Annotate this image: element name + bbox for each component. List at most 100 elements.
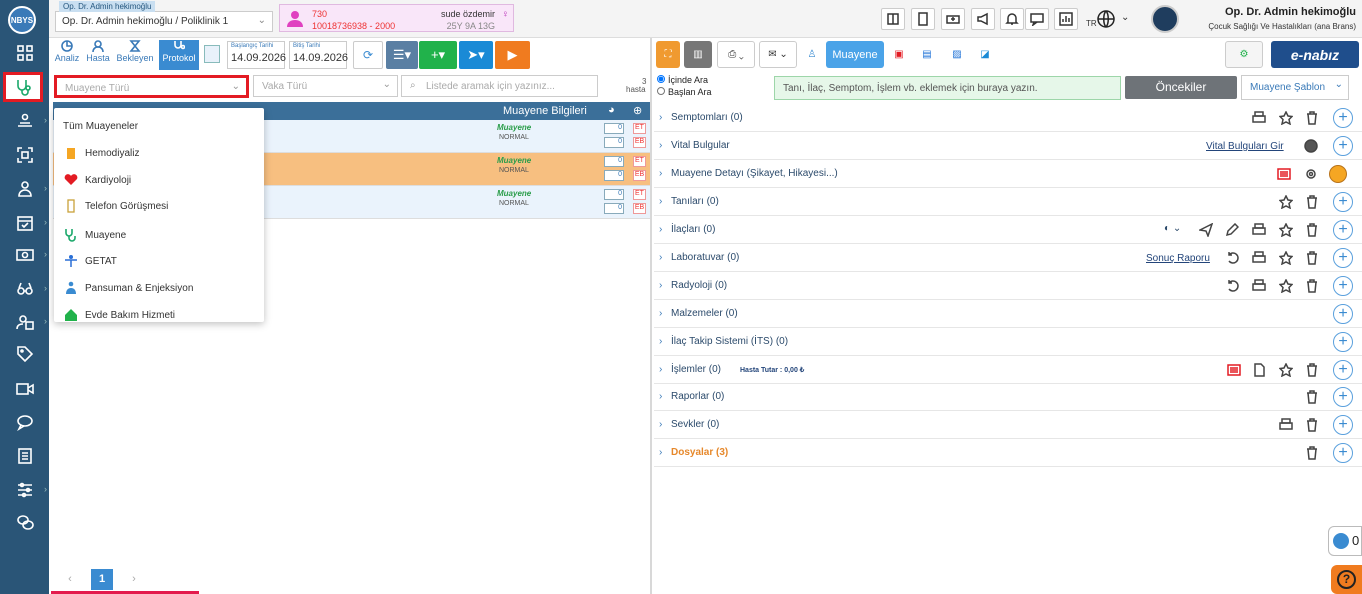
add-button[interactable]: + <box>1333 443 1353 463</box>
document-icon[interactable] <box>1252 363 1266 377</box>
support-chat-icon[interactable] <box>0 507 49 537</box>
print-menu-button[interactable]: ⎙ ⌄ <box>717 41 755 68</box>
vaka-turu-select[interactable]: Vaka Türü ⌄ <box>253 75 398 97</box>
ambulance-icon[interactable] <box>941 8 965 30</box>
glasses-icon[interactable]: › <box>0 274 49 304</box>
section-malzemeler[interactable]: › Malzemeler (0) + <box>654 300 1362 328</box>
vital-entry-link[interactable]: Vital Bulguları Gir <box>1206 141 1284 152</box>
list-search-input[interactable]: ⌕ Listede aramak için yazınız... <box>401 75 598 97</box>
calendar-check-icon[interactable]: › <box>0 208 49 238</box>
add-item-search-input[interactable]: Tanı, İlaç, Semptom, İşlem vb. eklemek i… <box>774 76 1121 100</box>
undo-icon[interactable] <box>1226 279 1240 293</box>
section-radyoloji[interactable]: › Radyoloji (0) + <box>654 272 1362 300</box>
section-semptomlar[interactable]: › Semptomları (0) + <box>654 104 1362 132</box>
section-vital[interactable]: › Vital Bulgular Vital Bulguları Gir + <box>654 132 1362 160</box>
printer-icon[interactable] <box>1252 111 1266 125</box>
oncekiler-button[interactable]: Öncekiler <box>1125 76 1237 99</box>
section-muayene-detay[interactable]: › Muayene Detayı (Şikayet, Hikayesi...) <box>654 160 1362 188</box>
badge-count[interactable]: 0 <box>604 156 624 167</box>
gear-icon[interactable] <box>1304 167 1318 181</box>
sliders-icon[interactable]: › <box>0 475 49 505</box>
radio-in-search[interactable]: İçinde Ara <box>657 75 708 85</box>
option-getat[interactable]: GETAT <box>54 249 264 275</box>
person-icon[interactable]: ♙ <box>802 41 822 68</box>
video-icon[interactable] <box>0 374 49 404</box>
printer-icon[interactable] <box>1252 251 1266 265</box>
add-button[interactable]: + <box>1333 248 1353 268</box>
tab-protokol[interactable]: Protokol <box>159 40 199 70</box>
badge-eb[interactable]: EB <box>633 170 646 181</box>
option-pansuman[interactable]: Pansuman & Enjeksiyon <box>54 276 264 302</box>
doctor-clinic-select[interactable]: Op. Dr. Admin hekimoğlu Op. Dr. Admin he… <box>55 1 273 32</box>
page-button[interactable]: 1 <box>91 569 113 590</box>
badge-count[interactable]: 0 <box>604 123 624 134</box>
add-button[interactable]: + <box>1333 304 1353 324</box>
tag-icon[interactable] <box>0 339 49 369</box>
star-icon[interactable] <box>1278 194 1294 210</box>
add-button[interactable]: + <box>1333 387 1353 407</box>
section-laboratuvar[interactable]: › Laboratuvar (0) Sonuç Raporu + <box>654 244 1362 272</box>
badge-count[interactable]: 0 <box>604 137 624 148</box>
add-button[interactable]: + <box>1333 220 1353 240</box>
dashboard-icon[interactable] <box>0 38 49 68</box>
end-date-field[interactable]: Bitiş Tarihi 14.09.2026 <box>289 41 348 69</box>
section-islemler[interactable]: › İşlemler (0) Hasta Tutar : 0,00 ₺ + <box>654 356 1362 384</box>
add-button[interactable]: +▾ <box>419 41 457 69</box>
next-page-button[interactable]: › <box>123 569 145 590</box>
bell-icon[interactable] <box>1000 8 1024 30</box>
tab-analiz[interactable]: Analiz <box>49 40 85 70</box>
template-select[interactable]: Muayene Şablon ⌄ <box>1241 75 1349 100</box>
send-button[interactable]: ➤▾ <box>459 41 493 69</box>
add-button[interactable]: + <box>1333 415 1353 435</box>
add-button[interactable]: + <box>1333 192 1353 212</box>
report-chart-icon[interactable] <box>1054 8 1078 30</box>
scan-icon[interactable] <box>0 140 49 170</box>
trash-icon[interactable] <box>1305 279 1319 293</box>
add-button[interactable]: + <box>1333 360 1353 380</box>
list-icon[interactable] <box>1227 363 1241 377</box>
message-icon[interactable] <box>1025 8 1049 30</box>
stethoscope-icon[interactable] <box>3 72 43 102</box>
option-tum-muayeneler[interactable]: Tüm Muayeneler <box>54 114 264 140</box>
trash-icon[interactable] <box>1305 390 1319 404</box>
badge-eb[interactable]: EB <box>633 203 646 214</box>
image-icon[interactable]: ▨ <box>948 41 966 68</box>
star-icon[interactable] <box>1278 110 1294 126</box>
megaphone-icon[interactable] <box>971 8 995 30</box>
doctor-icon[interactable]: › <box>0 174 49 204</box>
help-button[interactable]: ? <box>1331 565 1362 594</box>
refresh-button[interactable]: ⟳ <box>353 41 383 69</box>
pencil-icon[interactable] <box>1225 222 1240 237</box>
section-sevkler[interactable]: › Sevkler (0) + <box>654 411 1362 439</box>
badge-et[interactable]: ET <box>633 156 646 167</box>
add-button[interactable]: + <box>1333 136 1353 156</box>
trash-icon[interactable] <box>1305 195 1319 209</box>
tab-bekleyen[interactable]: Bekleyen <box>115 40 155 70</box>
calendar-icon[interactable] <box>204 45 220 63</box>
badge-count[interactable]: 0 <box>604 203 624 214</box>
prev-page-button[interactable]: ‹ <box>59 569 81 590</box>
printer-icon[interactable] <box>1252 279 1266 293</box>
user-chart-icon[interactable]: › <box>0 307 49 337</box>
result-report-link[interactable]: Sonuç Raporu <box>1146 253 1210 264</box>
fullscreen-button[interactable]: ⛶ <box>656 41 680 68</box>
trash-icon[interactable] <box>1305 111 1319 125</box>
book-icon[interactable]: ▤ <box>918 41 936 68</box>
section-tanilar[interactable]: › Tanıları (0) + <box>654 188 1362 216</box>
printer-icon[interactable] <box>1279 418 1293 432</box>
enabiz-logo[interactable]: e-nabız <box>1271 41 1359 68</box>
section-raporlar[interactable]: › Raporlar (0) + <box>654 383 1362 411</box>
muayene-button[interactable]: Muayene <box>826 41 884 68</box>
pie-chart-icon[interactable] <box>1304 139 1318 153</box>
note-icon[interactable]: ◪ <box>976 41 994 68</box>
patient-card[interactable]: 730 10018736938 - 2000 sude özdemir 25Y … <box>279 4 514 32</box>
send-icon[interactable] <box>1197 222 1214 239</box>
trash-icon[interactable] <box>1305 223 1319 237</box>
add-button[interactable]: + <box>1333 332 1353 352</box>
tab-hasta[interactable]: Hasta <box>85 40 111 70</box>
settings-button[interactable]: ⚙ <box>1225 41 1263 68</box>
option-kardiyoloji[interactable]: Kardiyoloji <box>54 168 264 194</box>
radio-start-search[interactable]: Başlan Ara <box>657 87 712 97</box>
trash-icon[interactable] <box>1305 251 1319 265</box>
section-its[interactable]: › İlaç Takip Sistemi (İTS) (0) + <box>654 328 1362 356</box>
